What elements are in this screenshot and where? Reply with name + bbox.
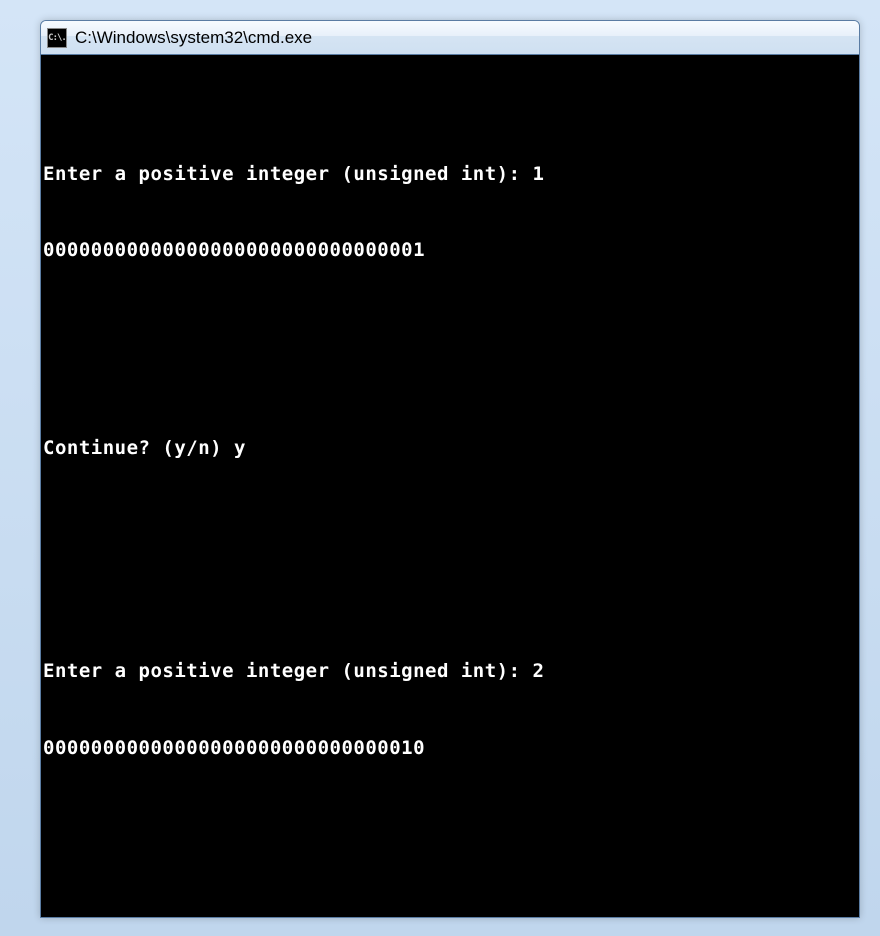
user-input: 2 [533,659,545,685]
enter-prompt-line: Enter a positive integer (unsigned int):… [43,162,857,188]
titlebar[interactable]: C:\. C:\Windows\system32\cmd.exe [41,21,859,55]
binary-output: 00000000000000000000000000000001 [43,238,857,264]
enter-prompt-line: Enter a positive integer (unsigned int):… [43,659,857,685]
cmd-icon: C:\. [47,28,67,48]
continue-prompt-line: Continue? (y/n) y [43,436,857,462]
binary-output: 00000000000000000000000000000010 [43,736,857,762]
enter-prompt: Enter a positive integer (unsigned int): [43,162,533,188]
continue-block: Continue? (y/n) y [43,882,857,918]
user-input: 1 [533,162,545,188]
enter-prompt: Enter a positive integer (unsigned int): [43,659,533,685]
terminal-output[interactable]: Enter a positive integer (unsigned int):… [41,55,859,917]
continue-answer: y [234,436,246,462]
continue-prompt: Continue? (y/n) [43,436,234,462]
continue-block: Continue? (y/n) y [43,385,857,513]
session-block: Enter a positive integer (unsigned int):… [43,110,857,315]
session-block: Enter a positive integer (unsigned int):… [43,608,857,813]
cmd-window: C:\. C:\Windows\system32\cmd.exe Enter a… [40,20,860,918]
window-title: C:\Windows\system32\cmd.exe [75,28,312,48]
